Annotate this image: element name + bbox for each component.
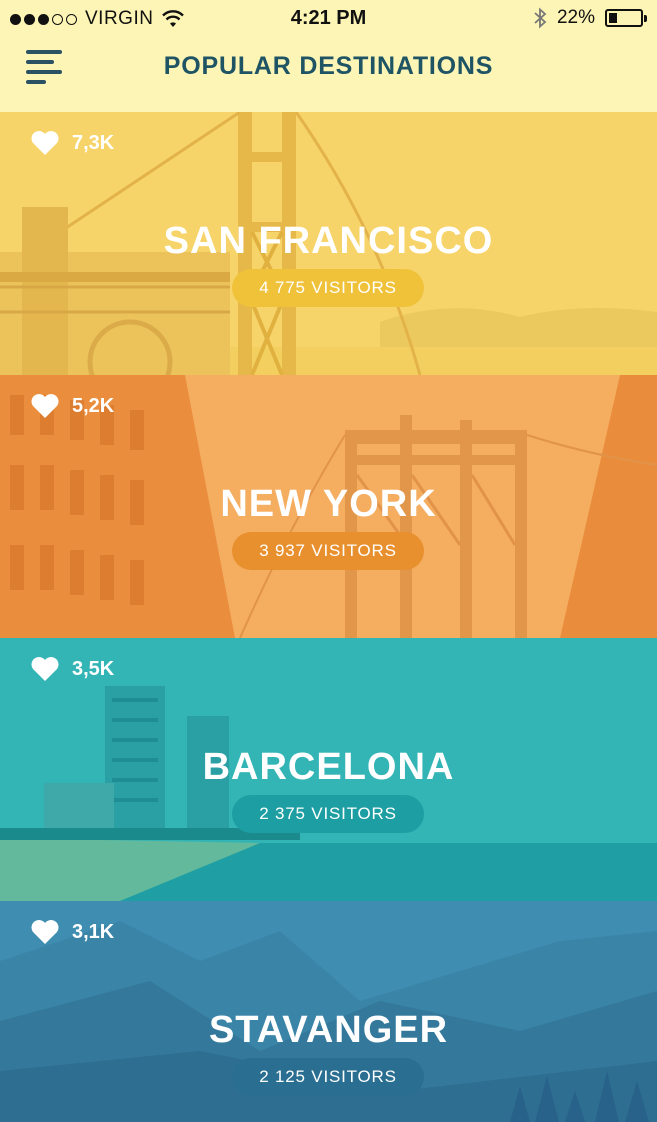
status-bar: VIRGIN 4:21 PM 22% bbox=[0, 0, 657, 38]
destination-card-san-francisco[interactable]: 7,3K SAN FRANCISCO 4 775 VISITORS bbox=[0, 112, 657, 375]
city-name: STAVANGER bbox=[208, 1009, 449, 1051]
visitors-badge: 2 375 VISITORS bbox=[232, 795, 424, 833]
likes-value: 3,1K bbox=[72, 920, 115, 943]
likes-count[interactable]: 7,3K bbox=[30, 130, 114, 156]
status-right: 22% bbox=[533, 7, 647, 29]
city-name: SAN FRANCISCO bbox=[163, 220, 494, 262]
destination-card-barcelona[interactable]: 3,5K BARCELONA 2 375 VISITORS bbox=[0, 638, 657, 901]
heart-icon bbox=[31, 131, 59, 155]
visitors-badge: 2 125 VISITORS bbox=[232, 1058, 424, 1096]
visitors-badge: 4 775 VISITORS bbox=[232, 269, 424, 307]
destination-card-new-york[interactable]: 5,2K NEW YORK 3 937 VISITORS bbox=[0, 375, 657, 638]
likes-value: 7,3K bbox=[72, 131, 115, 154]
heart-icon bbox=[31, 657, 59, 681]
destination-card-stavanger[interactable]: 3,1K STAVANGER 2 125 VISITORS bbox=[0, 901, 657, 1122]
visitors-badge: 3 937 VISITORS bbox=[232, 532, 424, 570]
likes-count[interactable]: 3,5K bbox=[30, 656, 114, 682]
battery-icon bbox=[605, 9, 647, 27]
bluetooth-icon bbox=[534, 7, 547, 29]
page-title: POPULAR DESTINATIONS bbox=[163, 52, 494, 80]
likes-count[interactable]: 3,1K bbox=[30, 919, 114, 945]
city-name: NEW YORK bbox=[220, 483, 437, 525]
battery-percent: 22% bbox=[556, 7, 595, 28]
likes-count[interactable]: 5,2K bbox=[30, 393, 114, 419]
heart-icon bbox=[31, 394, 59, 418]
likes-value: 3,5K bbox=[72, 657, 115, 680]
app-header: POPULAR DESTINATIONS bbox=[0, 38, 657, 112]
likes-value: 5,2K bbox=[72, 394, 115, 417]
heart-icon bbox=[31, 920, 59, 944]
city-name: BARCELONA bbox=[202, 746, 455, 788]
